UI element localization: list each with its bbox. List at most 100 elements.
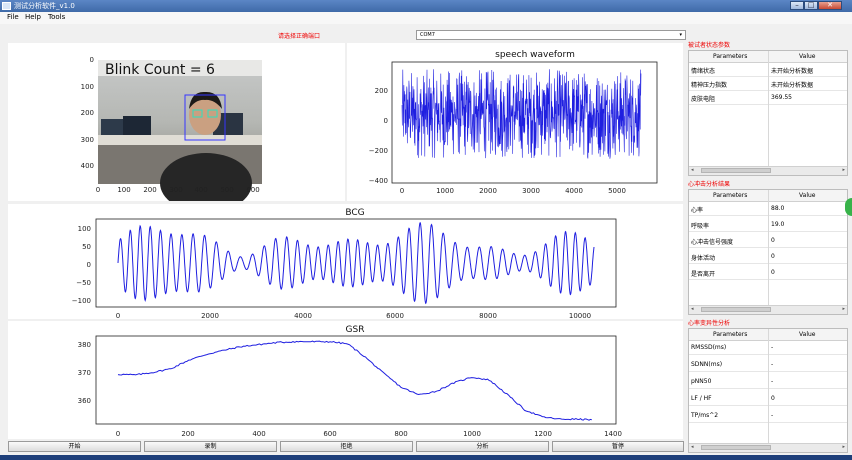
reject-button[interactable]: 拒绝 bbox=[280, 441, 413, 452]
camera-panel: Blink Count = 6 0 100 200 300 400 500 60… bbox=[8, 43, 345, 213]
param-cell: 皮肤电阻 bbox=[691, 96, 716, 103]
gsr-plot: GSR 0 200 400 600 800 1000 1200 1400 380… bbox=[78, 325, 622, 438]
image-ytick: 0 bbox=[90, 56, 94, 64]
floating-widget-icon[interactable] bbox=[845, 198, 852, 216]
gsr-line bbox=[117, 340, 592, 421]
port-select-value: COM7 bbox=[420, 32, 435, 38]
param-cell: 心冲击信号强度 bbox=[691, 239, 734, 246]
scroll-right-icon[interactable]: ▸ bbox=[842, 306, 845, 312]
speech-ytick: −200 bbox=[369, 147, 388, 155]
bcg-ytick: 100 bbox=[78, 225, 91, 233]
value-cell: - bbox=[771, 344, 774, 351]
scroll-left-icon[interactable]: ◂ bbox=[691, 167, 694, 173]
minimize-button[interactable]: – bbox=[790, 1, 804, 10]
hrv-table: Parameters Value RMSSD(ms) - SDNN(ms) - pN… bbox=[688, 328, 848, 453]
pause-button[interactable]: 暂停 bbox=[552, 441, 684, 452]
gsr-ytick: 380 bbox=[78, 341, 91, 349]
gsr-xtick: 0 bbox=[116, 430, 120, 438]
header-parameters: Parameters bbox=[713, 53, 748, 60]
value-cell: 19.0 bbox=[771, 221, 785, 228]
app-icon bbox=[2, 2, 11, 10]
param-cell: 心率 bbox=[691, 207, 704, 214]
bcg-xtick: 6000 bbox=[386, 312, 404, 319]
gsr-axes bbox=[95, 335, 617, 425]
param-cell: SDNN(ms) bbox=[691, 361, 723, 368]
gsr-title: GSR bbox=[346, 325, 365, 335]
chevron-down-icon: ▾ bbox=[679, 32, 682, 38]
speech-xtick: 3000 bbox=[522, 187, 540, 195]
bcg-xtick: 2000 bbox=[201, 312, 219, 319]
param-cell: TP/ms^2 bbox=[691, 412, 719, 419]
speech-xtick: 5000 bbox=[608, 187, 626, 195]
scroll-thumb[interactable] bbox=[701, 168, 771, 173]
gsr-xtick: 1000 bbox=[463, 430, 481, 438]
menu-help[interactable]: Help bbox=[25, 13, 41, 21]
column-divider bbox=[768, 329, 769, 445]
column-divider bbox=[768, 51, 769, 168]
scroll-left-icon[interactable]: ◂ bbox=[691, 444, 694, 450]
gsr-xtick: 400 bbox=[252, 430, 265, 438]
image-ytick: 100 bbox=[81, 83, 94, 91]
gsr-panel: GSR 0 200 400 600 800 1000 1200 1400 380… bbox=[8, 321, 683, 439]
scroll-left-icon[interactable]: ◂ bbox=[691, 306, 694, 312]
speech-ytick: 0 bbox=[384, 117, 388, 125]
image-ytick: 400 bbox=[81, 162, 94, 170]
analyze-button[interactable]: 分析 bbox=[416, 441, 549, 452]
image-xtick: 500 bbox=[220, 186, 233, 194]
speech-panel: speech waveform 0 1000 2000 3000 4000 50… bbox=[347, 43, 683, 201]
bcg-panel: BCG 0 2000 4000 6000 8000 10000 100 50 0… bbox=[8, 204, 683, 320]
scroll-thumb[interactable] bbox=[701, 445, 771, 450]
bcg-title: BCG bbox=[345, 208, 364, 218]
header-value: Value bbox=[799, 53, 816, 60]
speech-ytick: −400 bbox=[369, 177, 388, 185]
gsr-ytick: 360 bbox=[78, 397, 91, 405]
header-parameters: Parameters bbox=[713, 331, 748, 338]
value-cell: 0 bbox=[771, 237, 775, 244]
speech-ytick: 200 bbox=[375, 87, 388, 95]
gsr-xtick: 200 bbox=[181, 430, 194, 438]
menu-tools[interactable]: Tools bbox=[48, 13, 65, 21]
bcg-xtick: 4000 bbox=[294, 312, 312, 319]
start-button[interactable]: 开始 bbox=[8, 441, 141, 452]
image-xtick: 0 bbox=[96, 186, 100, 194]
speech-xtick: 2000 bbox=[479, 187, 497, 195]
speech-xtick: 0 bbox=[400, 187, 404, 195]
close-button[interactable]: ✕ bbox=[818, 1, 842, 10]
gsr-xtick: 600 bbox=[323, 430, 336, 438]
scroll-right-icon[interactable]: ▸ bbox=[842, 167, 845, 173]
param-cell: 情绪状态 bbox=[691, 68, 716, 75]
horizontal-scrollbar[interactable]: ◂ ▸ bbox=[689, 166, 847, 175]
image-xtick: 100 bbox=[117, 186, 130, 194]
camera-plot: Blink Count = 6 0 100 200 300 400 500 60… bbox=[81, 56, 262, 213]
param-cell: 呼吸率 bbox=[691, 223, 710, 230]
record-button[interactable]: 录制 bbox=[144, 441, 277, 452]
bcg-result-title: 心冲击分析结果 bbox=[688, 181, 731, 188]
image-xtick: 600 bbox=[246, 186, 259, 194]
param-cell: pNN50 bbox=[691, 378, 712, 385]
value-cell: 0 bbox=[771, 395, 775, 402]
speech-plot: speech waveform 0 1000 2000 3000 4000 50… bbox=[369, 50, 658, 195]
scroll-right-icon[interactable]: ▸ bbox=[842, 444, 845, 450]
param-cell: 精神压力指数 bbox=[691, 82, 728, 89]
port-select[interactable]: COM7 ▾ bbox=[416, 30, 686, 40]
horizontal-scrollbar[interactable]: ◂ ▸ bbox=[689, 305, 847, 314]
bcg-xtick: 10000 bbox=[569, 312, 591, 319]
speech-xtick: 1000 bbox=[436, 187, 454, 195]
speech-title: speech waveform bbox=[495, 50, 575, 60]
port-hint: 请选择正确端口 bbox=[278, 33, 321, 40]
gsr-ytick: 370 bbox=[78, 369, 91, 377]
bcg-ytick: −100 bbox=[72, 297, 91, 305]
image-xtick: 400 bbox=[194, 186, 207, 194]
title-bar: 测试分析软件_v1.0 – □ ✕ bbox=[0, 0, 852, 12]
menu-file[interactable]: File bbox=[7, 13, 19, 21]
bcg-xtick: 0 bbox=[116, 312, 120, 319]
value-cell: 0 bbox=[771, 253, 775, 260]
image-ytick: 300 bbox=[81, 136, 94, 144]
horizontal-scrollbar[interactable]: ◂ ▸ bbox=[689, 443, 847, 452]
gsr-xtick: 800 bbox=[394, 430, 407, 438]
value-cell: 未开始分析数据 bbox=[771, 68, 814, 75]
image-xtick: 300 bbox=[169, 186, 182, 194]
speech-xtick: 4000 bbox=[565, 187, 583, 195]
scroll-thumb[interactable] bbox=[701, 307, 771, 312]
maximize-button[interactable]: □ bbox=[804, 1, 818, 10]
